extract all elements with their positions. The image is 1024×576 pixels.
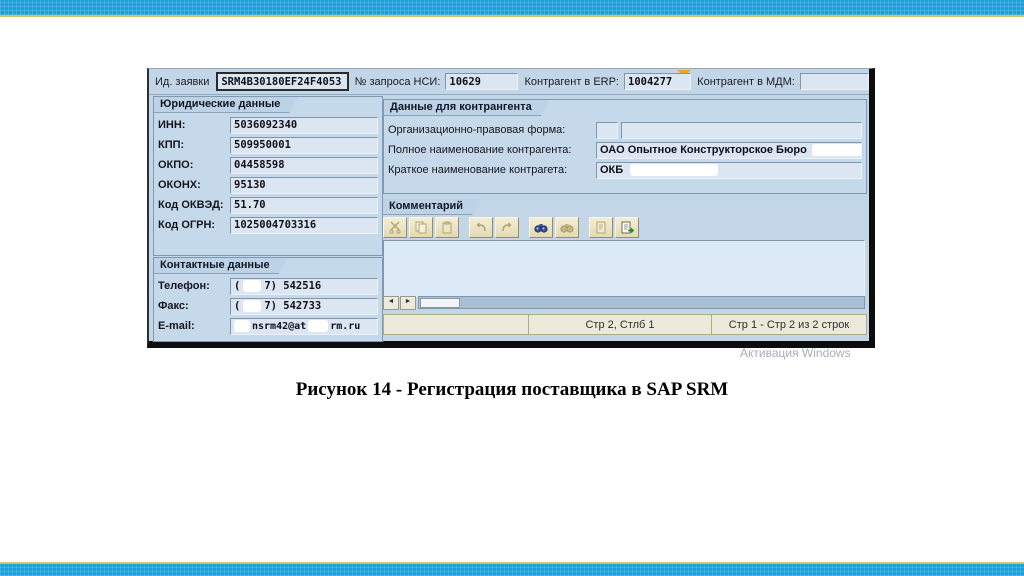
short-name-value: ОКБ: [600, 164, 624, 176]
counterparty-group-title: Данные для контрангента: [384, 100, 550, 116]
form-row-full-name: Полное наименование контрагента: ОАО Опы…: [384, 140, 866, 160]
presentation-slide: Ид. заявки SRM4B30180EF24F4053 № запроса…: [0, 0, 1024, 576]
scroll-right-button[interactable]: ►: [400, 295, 416, 310]
fax-number: 7) 542733: [264, 300, 322, 312]
comment-status-bar: Стр 2, Стлб 1 Стр 1 - Стр 2 из 2 строк: [383, 314, 867, 335]
redaction-patch: [811, 144, 861, 156]
redaction-patch: [630, 164, 719, 176]
legal-form-text-field[interactable]: [621, 121, 862, 139]
form-row-okpo: ОКПО: 04458598: [154, 155, 382, 175]
request-id-label: Ид. заявки: [155, 75, 210, 88]
redaction-patch: [243, 280, 262, 292]
fax-field[interactable]: ( 7) 542733: [230, 297, 378, 315]
request-id-field[interactable]: SRM4B30180EF24F4053: [216, 72, 349, 91]
okved-field[interactable]: 51.70: [230, 196, 378, 214]
full-name-value: ОАО Опытное Конструкторское Бюро: [600, 144, 807, 156]
short-name-label: Краткое наименование контрагета:: [388, 164, 568, 176]
phone-prefix: (: [234, 280, 241, 292]
phone-label: Телефон:: [158, 280, 210, 292]
inn-field[interactable]: 5036092340: [230, 116, 378, 134]
cut-button[interactable]: [383, 217, 407, 238]
counterparty-data-group: Данные для контрангента Организационно-п…: [383, 99, 867, 194]
find-next-button[interactable]: [555, 217, 579, 238]
nsi-request-field[interactable]: 10629: [445, 73, 519, 90]
legal-data-group: Юридические данные ИНН: 5036092340 КПП: …: [153, 96, 383, 256]
fax-label: Факс:: [158, 300, 189, 312]
okonh-field[interactable]: 95130: [230, 176, 378, 194]
form-row-phone: Телефон: ( 7) 542516: [154, 276, 382, 296]
status-cursor-position: Стр 2, Стлб 1: [529, 315, 712, 334]
email-domain: rm.ru: [330, 320, 361, 332]
email-label: E-mail:: [158, 320, 195, 332]
top-border-bar: [0, 0, 1024, 17]
ogrn-field[interactable]: 1025004703316: [230, 216, 378, 234]
comment-group-title: Комментарий: [383, 199, 481, 215]
form-row-ogrn: Код ОГРН: 1025004703316: [154, 215, 382, 235]
request-header-row: Ид. заявки SRM4B30180EF24F4053 № запроса…: [149, 69, 869, 95]
form-row-legal-form: Организационно-правовая форма:: [384, 120, 866, 140]
sap-srm-screenshot: Ид. заявки SRM4B30180EF24F4053 № запроса…: [147, 68, 875, 348]
form-row-email: E-mail: nsrm42@at rm.ru: [154, 316, 382, 336]
erp-counterparty-label: Контрагент в ERP:: [524, 75, 619, 88]
short-name-field[interactable]: ОКБ: [596, 161, 862, 179]
okved-label: Код ОКВЭД:: [158, 199, 224, 211]
scrollbar-track[interactable]: [418, 296, 865, 309]
status-section-empty: [384, 315, 529, 334]
scrollbar-thumb[interactable]: [420, 298, 460, 308]
redo-button[interactable]: [495, 217, 519, 238]
paste-button[interactable]: [435, 217, 459, 238]
okpo-field[interactable]: 04458598: [230, 156, 378, 174]
email-field[interactable]: nsrm42@at rm.ru: [230, 317, 378, 335]
find-button[interactable]: [529, 217, 553, 238]
form-row-kpp: КПП: 509950001: [154, 135, 382, 155]
redaction-patch: [234, 320, 250, 332]
form-row-fax: Факс: ( 7) 542733: [154, 296, 382, 316]
ogrn-label: Код ОГРН:: [158, 219, 216, 231]
scroll-left-button[interactable]: ◄: [383, 295, 399, 310]
comment-horizontal-scrollbar: ◄ ►: [383, 295, 865, 310]
kpp-field[interactable]: 509950001: [230, 136, 378, 154]
fax-prefix: (: [234, 300, 241, 312]
insert-file-button[interactable]: [615, 217, 639, 238]
kpp-label: КПП:: [158, 139, 185, 151]
phone-field[interactable]: ( 7) 542516: [230, 277, 378, 295]
inn-label: ИНН:: [158, 119, 186, 131]
status-line-range: Стр 1 - Стр 2 из 2 строк: [728, 318, 850, 331]
redaction-patch: [243, 300, 262, 312]
erp-counterparty-field[interactable]: 1004277: [624, 73, 692, 90]
phone-number: 7) 542516: [264, 280, 322, 292]
comment-textarea[interactable]: [383, 240, 865, 297]
mdm-counterparty-field[interactable]: [799, 73, 869, 90]
okonh-label: ОКОНХ:: [158, 179, 201, 191]
legal-form-code-field[interactable]: [596, 121, 618, 139]
undo-button[interactable]: [469, 217, 493, 238]
form-row-okonh: ОКОНХ: 95130: [154, 175, 382, 195]
redaction-patch: [308, 320, 329, 332]
windows-activation-watermark: Активация Windows: [740, 346, 851, 360]
form-row-okved: Код ОКВЭД: 51.70: [154, 195, 382, 215]
contact-data-group: Контактные данные Телефон: ( 7) 542516 Ф…: [153, 257, 383, 342]
mdm-counterparty-label: Контрагент в МДМ:: [697, 75, 795, 88]
copy-button[interactable]: [409, 217, 433, 238]
okpo-label: ОКПО:: [158, 159, 194, 171]
form-row-short-name: Краткое наименование контрагета: ОКБ: [384, 160, 866, 180]
nsi-request-label: № запроса НСИ:: [354, 75, 441, 88]
legal-data-group-title: Юридические данные: [154, 97, 298, 113]
figure-caption: Рисунок 14 - Регистрация поставщика в SA…: [295, 379, 729, 400]
comment-toolbar: [383, 217, 641, 238]
full-name-label: Полное наименование контрагента:: [388, 144, 572, 156]
full-name-field[interactable]: ОАО Опытное Конструкторское Бюро: [596, 141, 862, 159]
contact-data-group-title: Контактные данные: [154, 258, 288, 274]
email-user: nsrm42@at: [252, 320, 307, 332]
document-button[interactable]: [589, 217, 613, 238]
form-row-inn: ИНН: 5036092340: [154, 115, 382, 135]
legal-form-label: Организационно-правовая форма:: [388, 124, 566, 136]
bottom-border-bar: [0, 562, 1024, 576]
